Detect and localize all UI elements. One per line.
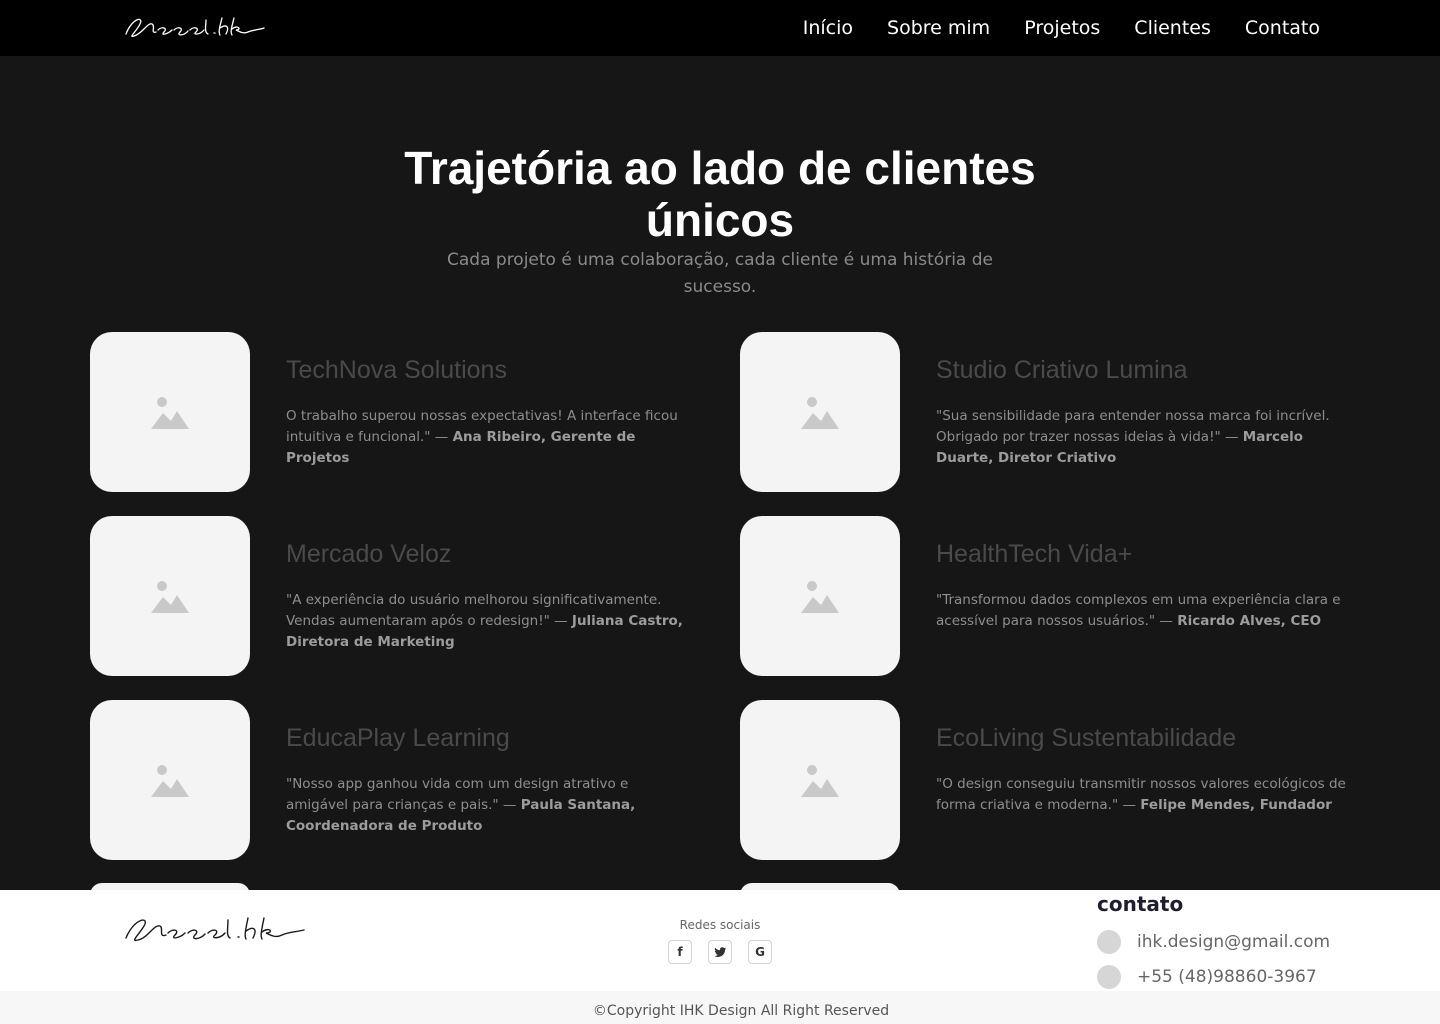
copyright-bar: ©Copyright IHK Design All Right Reserved	[0, 991, 1440, 1024]
client-testimonial: "Transformou dados complexos em uma expe…	[936, 592, 1341, 629]
client-name: HealthTech Vida+	[936, 540, 1133, 568]
logo[interactable]	[122, 12, 267, 44]
client-testimonial: "O design conseguiu transmitir nossos va…	[936, 776, 1346, 813]
facebook-icon[interactable]: f	[668, 940, 692, 964]
page-subtitle: Cada projeto é uma colaboração, cada cli…	[447, 250, 993, 297]
client-testimonial: "Nosso app ganhou vida com um design atr…	[286, 776, 636, 834]
footer-logo[interactable]	[122, 910, 307, 950]
image-placeholder-icon	[151, 581, 189, 613]
phone-icon	[1097, 965, 1121, 989]
client-testimonial: "Sua sensibilidade para entender nossa m…	[936, 408, 1330, 466]
phone-text: +55 (48)98860-3967	[1137, 967, 1317, 987]
nav-link-projetos[interactable]: Projetos	[1024, 17, 1100, 39]
image-placeholder-icon	[151, 397, 189, 429]
client-name: EcoLiving Sustentabilidade	[936, 724, 1237, 752]
page-title-line-1: Trajetória ao lado de clientes	[404, 142, 1036, 194]
contact-email[interactable]: ihk.design@gmail.com	[1097, 930, 1330, 954]
page-title-line-2: únicos	[645, 194, 795, 246]
nav-link-sobre-mim[interactable]: Sobre mim	[887, 17, 990, 39]
image-placeholder-icon	[151, 765, 189, 797]
client-image-placeholder	[740, 332, 900, 492]
main-nav: Início Sobre mim Projetos Clientes Conta…	[803, 0, 1320, 56]
social-title: Redes sociais	[679, 918, 761, 932]
client-name: Studio Criativo Lumina	[936, 356, 1188, 384]
client-name: EducaPlay Learning	[286, 724, 510, 752]
navbar: Início Sobre mim Projetos Clientes Conta…	[0, 0, 1440, 56]
client-image-placeholder	[90, 516, 250, 676]
logo-signature	[125, 917, 305, 942]
client-image-placeholder	[740, 700, 900, 860]
social-section: Redes sociais f G	[620, 918, 820, 964]
testimonial-author: Ricardo Alves, CEO	[1177, 613, 1322, 629]
contact-title: contato	[1097, 892, 1184, 916]
testimonial-author: Felipe Mendes, Fundador	[1140, 797, 1332, 813]
social-icons: f G	[620, 940, 820, 964]
nav-link-contato[interactable]: Contato	[1245, 17, 1320, 39]
client-image-placeholder	[90, 332, 250, 492]
client-card: EducaPlay Learning "Nosso app ganhou vid…	[90, 700, 690, 860]
logo-signature	[125, 17, 265, 38]
google-icon[interactable]: G	[748, 940, 772, 964]
contact-phone[interactable]: +55 (48)98860-3967	[1097, 965, 1330, 989]
client-name: TechNova Solutions	[286, 356, 507, 384]
email-text: ihk.design@gmail.com	[1137, 932, 1331, 952]
client-card: EcoLiving Sustentabilidade "O design con…	[740, 700, 1346, 860]
client-image-placeholder	[90, 700, 250, 860]
client-card: HealthTech Vida+ "Transformou dados comp…	[740, 516, 1341, 676]
page-title: Trajetória ao lado de clientes únicos	[0, 142, 1440, 246]
client-card: Mercado Veloz "A experiência do usuário …	[90, 516, 690, 676]
contact-section: contato ihk.design@gmail.com +55 (48)988…	[1097, 892, 1330, 989]
twitter-icon[interactable]	[708, 940, 732, 964]
client-card: TechNova Solutions O trabalho superou no…	[90, 332, 690, 492]
image-placeholder-icon	[801, 397, 839, 429]
email-icon	[1097, 930, 1121, 954]
client-image-placeholder	[740, 516, 900, 676]
client-testimonial: "A experiência do usuário melhorou signi…	[286, 592, 683, 650]
image-placeholder-icon	[801, 765, 839, 797]
client-name: Mercado Veloz	[286, 540, 452, 568]
client-card: Studio Criativo Lumina "Sua sensibilidad…	[740, 332, 1340, 492]
nav-link-clientes[interactable]: Clientes	[1134, 17, 1211, 39]
client-testimonial: O trabalho superou nossas expectativas! …	[286, 408, 678, 466]
copyright-text: ©Copyright IHK Design All Right Reserved	[592, 1003, 890, 1019]
image-placeholder-icon	[801, 581, 839, 613]
nav-link-inicio[interactable]: Início	[803, 17, 853, 39]
footer: Redes sociais f G contato ihk.design@gma…	[0, 890, 1440, 991]
